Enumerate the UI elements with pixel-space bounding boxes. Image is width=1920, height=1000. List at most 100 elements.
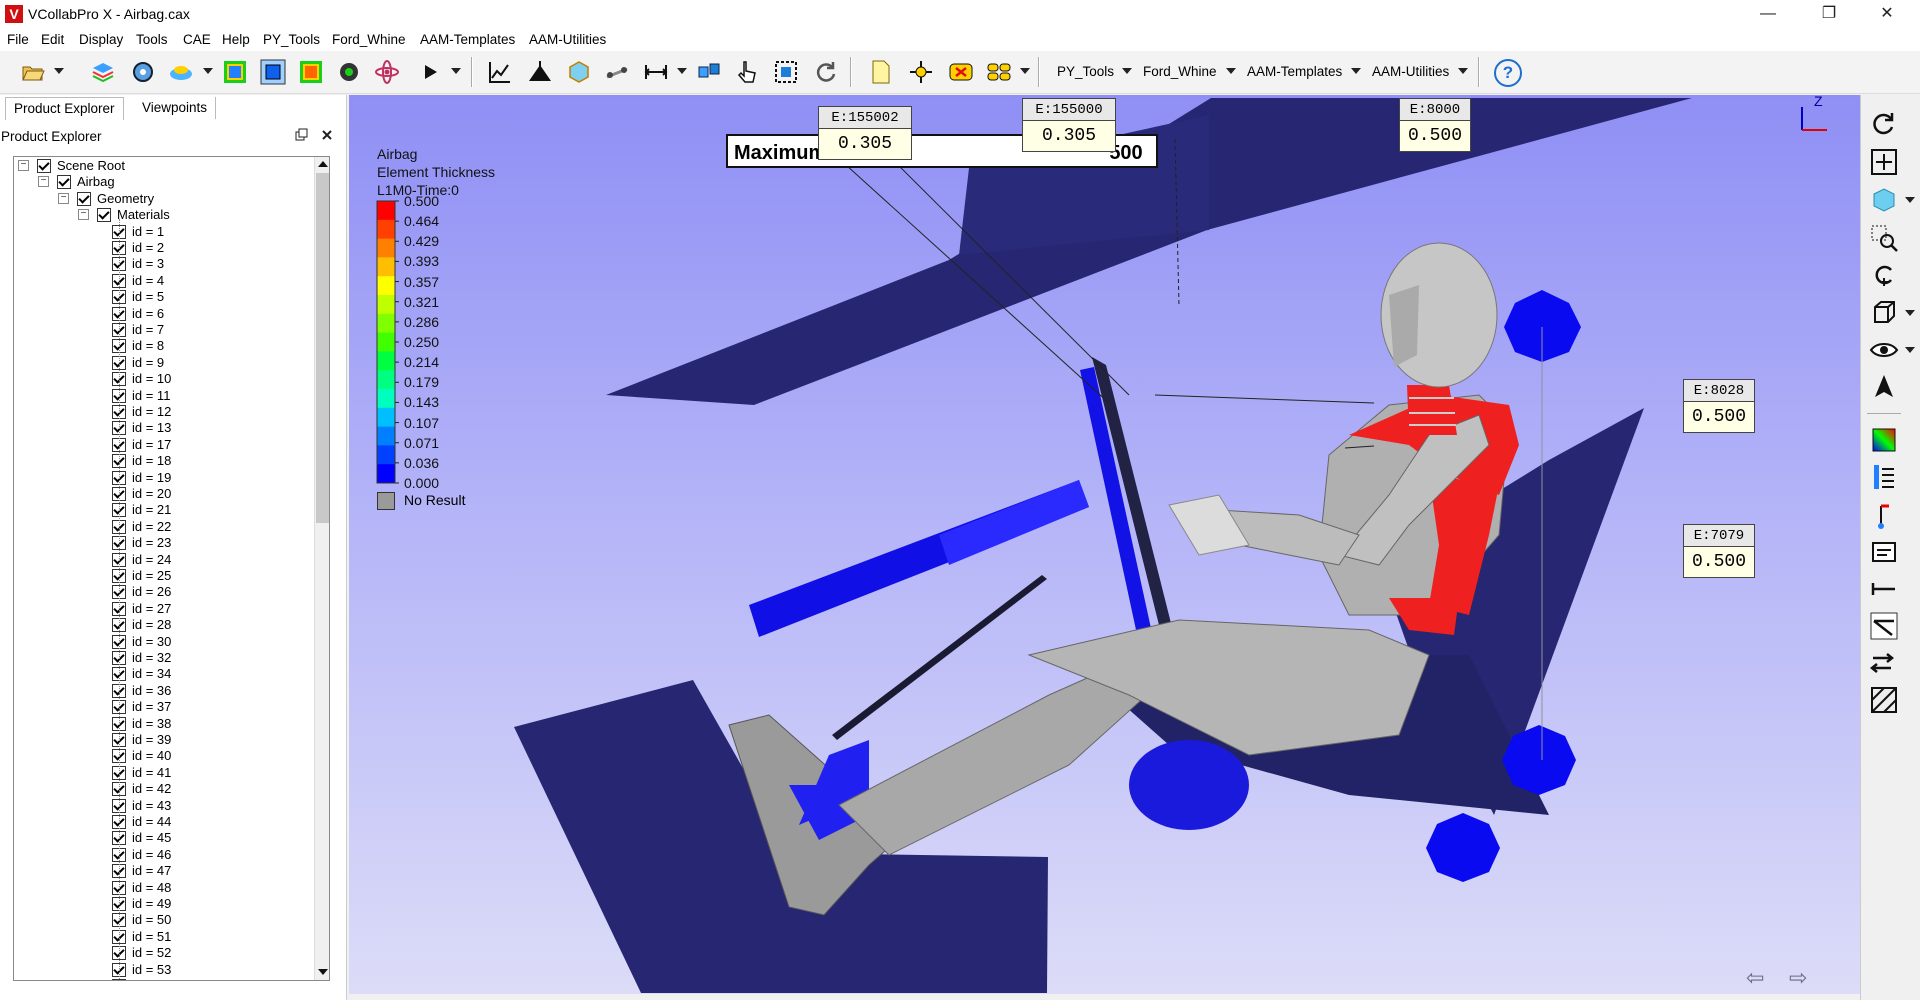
visibility-dropdown[interactable] bbox=[1905, 347, 1915, 353]
scene-tree[interactable]: − Scene Root − Airbag − Geometry − Materials id … bbox=[13, 156, 330, 981]
linear-dimension-icon[interactable] bbox=[1869, 574, 1899, 604]
aam-utilities-arrow[interactable] bbox=[1458, 68, 1468, 74]
visibility-eye-icon[interactable] bbox=[1869, 335, 1899, 365]
tree-collapse-icon[interactable]: − bbox=[78, 209, 89, 221]
tree-node-label: id = 3 bbox=[132, 256, 165, 272]
layers-icon[interactable] bbox=[90, 59, 116, 85]
tree-checkbox[interactable] bbox=[112, 979, 126, 980]
tree-checkbox[interactable] bbox=[37, 159, 51, 173]
play-dropdown-arrow[interactable] bbox=[451, 68, 461, 74]
box-view-dropdown[interactable] bbox=[1905, 310, 1915, 316]
float-panel-icon[interactable] bbox=[295, 128, 309, 142]
mountain-probe-icon[interactable] bbox=[527, 59, 553, 85]
minimize-button[interactable]: — bbox=[1745, 0, 1791, 29]
new-document-icon[interactable] bbox=[868, 59, 894, 85]
fit-view-icon[interactable] bbox=[1869, 147, 1899, 177]
measure-distance-icon[interactable] bbox=[643, 59, 669, 85]
tree-checkbox[interactable] bbox=[97, 208, 111, 223]
tree-scrollbar[interactable] bbox=[314, 157, 329, 980]
transfer-arrows-icon[interactable] bbox=[1869, 648, 1899, 678]
menu-cae[interactable]: CAE bbox=[183, 32, 211, 47]
probe-id-8000[interactable]: E:8000 bbox=[1399, 98, 1471, 122]
measure-dropdown-arrow[interactable] bbox=[677, 68, 687, 74]
tab-product-explorer[interactable]: Product Explorer bbox=[5, 97, 124, 120]
refresh-icon[interactable] bbox=[812, 59, 838, 85]
hatch-pattern-icon[interactable] bbox=[1869, 685, 1899, 715]
select-region-icon[interactable] bbox=[773, 59, 799, 85]
color-legend-icon[interactable] bbox=[1869, 425, 1899, 455]
zoom-box-icon[interactable] bbox=[1869, 223, 1899, 253]
grid-view-icon[interactable] bbox=[986, 59, 1012, 85]
aam-utilities-dropdown[interactable]: AAM-Utilities bbox=[1372, 64, 1449, 79]
contour-frame-icon[interactable] bbox=[222, 59, 248, 85]
render-mode-icon[interactable] bbox=[168, 59, 194, 85]
explode-cubes-icon[interactable] bbox=[696, 59, 722, 85]
angle-dimension-icon[interactable] bbox=[1869, 611, 1899, 641]
open-dropdown-arrow[interactable] bbox=[54, 68, 64, 74]
menu-edit[interactable]: Edit bbox=[41, 32, 64, 47]
menu-aam-utilities[interactable]: AAM-Utilities bbox=[529, 32, 606, 47]
aam-templates-dropdown[interactable]: AAM-Templates bbox=[1247, 64, 1342, 79]
menu-help[interactable]: Help bbox=[222, 32, 250, 47]
cube-view-dropdown[interactable] bbox=[1905, 197, 1915, 203]
measure-points-icon[interactable] bbox=[604, 59, 630, 85]
probe-marker-icon[interactable] bbox=[1869, 500, 1899, 530]
pick-pointer-icon[interactable] bbox=[734, 59, 760, 85]
close-button[interactable]: ✕ bbox=[1864, 0, 1910, 29]
cube-view-icon[interactable] bbox=[1869, 185, 1899, 215]
cube-section-icon[interactable] bbox=[566, 59, 592, 85]
ford-whine-arrow[interactable] bbox=[1226, 68, 1236, 74]
menu-display[interactable]: Display bbox=[79, 32, 123, 47]
probe-id-7079[interactable]: E:7079 bbox=[1683, 524, 1755, 548]
delete-box-icon[interactable] bbox=[948, 59, 974, 85]
open-folder-icon[interactable] bbox=[20, 59, 46, 85]
menu-ford-whine[interactable]: Ford_Whine bbox=[332, 32, 406, 47]
restore-button[interactable]: ❐ bbox=[1806, 0, 1852, 29]
contour-selected-icon[interactable] bbox=[260, 59, 286, 85]
menu-tools[interactable]: Tools bbox=[136, 32, 168, 47]
tree-checkbox[interactable] bbox=[57, 175, 71, 190]
settings-gear-icon[interactable] bbox=[130, 59, 156, 85]
xy-plot-icon[interactable] bbox=[487, 59, 513, 85]
note-label-icon[interactable] bbox=[1869, 537, 1899, 567]
menu-file[interactable]: File bbox=[7, 32, 29, 47]
help-icon[interactable]: ? bbox=[1494, 59, 1522, 87]
render-dropdown-arrow[interactable] bbox=[203, 68, 213, 74]
ford-whine-dropdown[interactable]: Ford_Whine bbox=[1143, 64, 1217, 79]
move-arrows-icon[interactable] bbox=[908, 59, 934, 85]
airbag-scene[interactable] bbox=[349, 95, 1860, 994]
tree-node-label: id = 34 bbox=[132, 666, 172, 682]
probe-id-155002[interactable]: E:155002 bbox=[818, 106, 912, 130]
nav-forward-icon[interactable]: ⇨ bbox=[1789, 965, 1807, 991]
tree-collapse-icon[interactable]: − bbox=[58, 192, 69, 204]
legend-list-icon[interactable] bbox=[1869, 462, 1899, 492]
tree-collapse-icon[interactable]: − bbox=[38, 176, 49, 188]
atom-icon[interactable] bbox=[374, 59, 400, 85]
close-panel-icon[interactable] bbox=[320, 128, 334, 142]
scroll-down-arrow[interactable] bbox=[318, 969, 328, 975]
aam-templates-arrow[interactable] bbox=[1351, 68, 1361, 74]
3d-viewport[interactable]: Airbag Element Thickness L1M0-Time:0 0.5… bbox=[349, 95, 1860, 994]
nav-back-icon[interactable]: ⇦ bbox=[1746, 965, 1764, 991]
grid-dropdown-arrow[interactable] bbox=[1020, 68, 1030, 74]
tab-viewpoints[interactable]: Viewpoints bbox=[134, 97, 217, 119]
mesh-gear-icon[interactable] bbox=[336, 59, 362, 85]
rotate-axis-icon[interactable] bbox=[1869, 260, 1899, 290]
menu-py-tools[interactable]: PY_Tools bbox=[263, 32, 320, 47]
tree-checkbox[interactable] bbox=[77, 191, 91, 206]
navigate-arrow-icon[interactable] bbox=[1869, 372, 1899, 402]
legend-tick-label: 0.071 bbox=[404, 434, 440, 451]
play-icon[interactable] bbox=[417, 59, 443, 85]
rotate-view-icon[interactable] bbox=[1869, 110, 1899, 140]
probe-id-155000[interactable]: E:155000 bbox=[1022, 98, 1116, 122]
py-tools-arrow[interactable] bbox=[1122, 68, 1132, 74]
contour-fringe-icon[interactable] bbox=[298, 59, 324, 85]
scroll-thumb[interactable] bbox=[316, 173, 329, 523]
tree-node-label: id = 4 bbox=[132, 272, 165, 288]
py-tools-dropdown[interactable]: PY_Tools bbox=[1057, 64, 1114, 79]
scroll-up-arrow[interactable] bbox=[318, 161, 328, 167]
box-view-icon[interactable] bbox=[1869, 297, 1899, 327]
menu-aam-templates[interactable]: AAM-Templates bbox=[420, 32, 515, 47]
tree-collapse-icon[interactable]: − bbox=[18, 160, 29, 171]
probe-id-8028[interactable]: E:8028 bbox=[1683, 379, 1755, 403]
